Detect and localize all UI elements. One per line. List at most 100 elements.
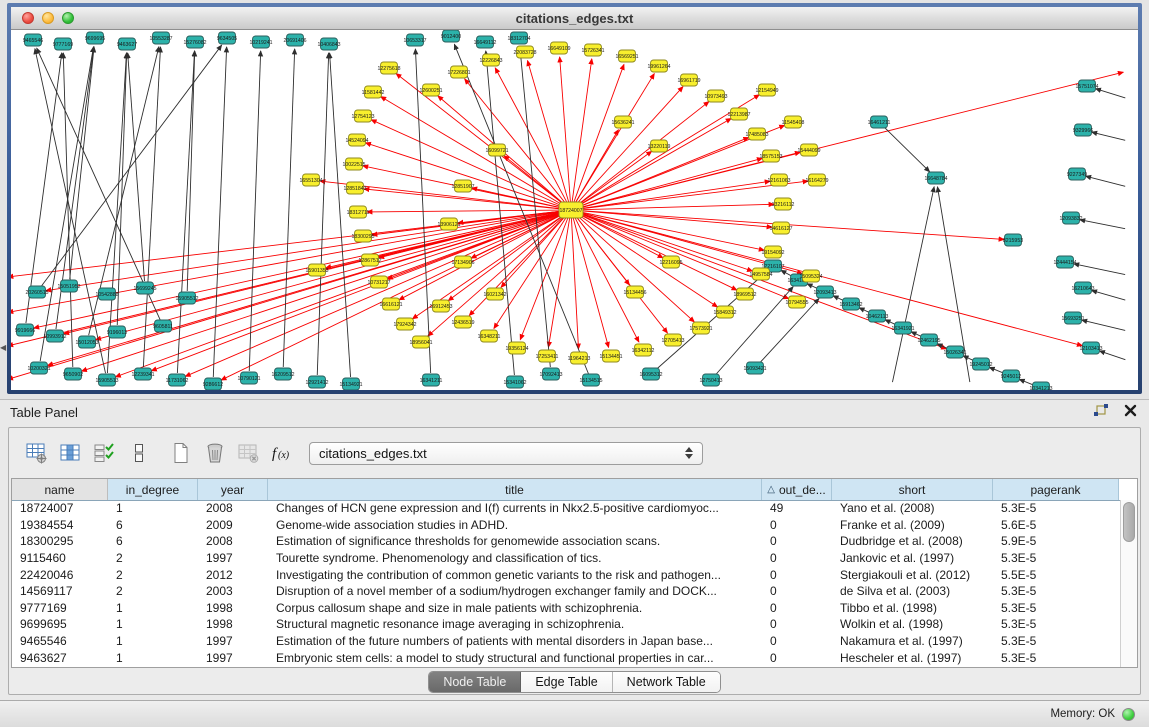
table-cell[interactable]: Estimation of the future numbers of pati… xyxy=(268,634,762,648)
graph-edge[interactable] xyxy=(560,57,571,203)
table-cell[interactable]: 0 xyxy=(762,568,832,582)
graph-edge[interactable] xyxy=(577,213,737,290)
graph-node[interactable]: 12750413 xyxy=(699,374,722,386)
graph-node[interactable]: 10993912 xyxy=(43,330,66,342)
graph-node[interactable]: 8215953 xyxy=(1003,234,1023,246)
graph-edge[interactable] xyxy=(1082,320,1125,330)
table-cell[interactable]: 9115460 xyxy=(12,551,108,565)
table-cell[interactable]: 0 xyxy=(762,651,832,665)
graph-node[interactable]: 9465546 xyxy=(23,34,43,46)
graph-node[interactable]: 12851907 xyxy=(451,180,474,192)
graph-edge[interactable] xyxy=(578,212,1083,346)
graph-edge[interactable] xyxy=(1080,220,1125,229)
graph-node[interactable]: 16095312 xyxy=(639,368,662,380)
table-cell[interactable]: 5.3E-5 xyxy=(993,651,1119,665)
table-cell[interactable]: Nakamura et al. (1997) xyxy=(832,634,993,648)
new-column-icon[interactable] xyxy=(167,438,195,468)
graph-node[interactable]: 18724007 xyxy=(559,202,583,218)
table-cell[interactable]: 14569117 xyxy=(12,584,108,598)
table-cell[interactable]: Dudbridge et al. (2008) xyxy=(832,534,993,548)
graph-node[interactable]: 12213987 xyxy=(727,108,750,120)
graph-edge[interactable] xyxy=(367,210,564,212)
graph-edge[interactable] xyxy=(486,51,515,375)
graph-node[interactable]: 9605811 xyxy=(153,320,173,332)
graph-node[interactable]: 15134451 xyxy=(599,350,622,362)
column-header-pagerank[interactable]: pagerank xyxy=(993,479,1119,500)
graph-node[interactable]: 20691406 xyxy=(283,34,306,46)
graph-node[interactable]: 16164279 xyxy=(805,174,828,186)
graph-edge[interactable] xyxy=(548,217,569,347)
table-row[interactable]: 1938455462009Genome-wide association stu… xyxy=(12,517,1121,534)
graph-node[interactable]: 11731062 xyxy=(166,374,189,386)
graph-node[interactable]: 15913462 xyxy=(839,298,862,310)
graph-node[interactable]: 11581442 xyxy=(362,86,385,98)
graph-node[interactable]: 17253411 xyxy=(536,350,559,362)
graph-edge[interactable] xyxy=(41,45,221,286)
graph-edge[interactable] xyxy=(11,211,564,312)
graph-node[interactable]: 9919666 xyxy=(15,324,35,336)
table-row[interactable]: 977716911998Corpus callosum shape and si… xyxy=(12,600,1121,617)
graph-node[interactable]: 17092413 xyxy=(539,368,562,380)
table-cell[interactable]: 5.3E-5 xyxy=(993,551,1119,565)
graph-node[interactable]: 9329966 xyxy=(1073,124,1093,136)
table-cell[interactable]: 5.3E-5 xyxy=(993,601,1119,615)
graph-node[interactable]: 9286612 xyxy=(203,378,223,390)
table-cell[interactable]: Structural magnetic resonance image aver… xyxy=(268,617,762,631)
graph-node[interactable]: 15095324 xyxy=(799,270,822,282)
column-header-title[interactable]: title xyxy=(268,479,762,500)
graph-edge[interactable] xyxy=(107,53,126,373)
table-cell[interactable]: 5.6E-5 xyxy=(993,518,1119,532)
graph-edge[interactable] xyxy=(577,102,709,206)
network-window-titlebar[interactable]: citations_edges.txt xyxy=(11,7,1138,30)
graph-edge[interactable] xyxy=(381,97,565,207)
graph-node[interactable]: 9227349 xyxy=(1067,168,1087,180)
graph-edge[interactable] xyxy=(221,213,565,380)
graph-edge[interactable] xyxy=(1086,176,1125,186)
function-builder-icon[interactable]: f(x) xyxy=(269,438,297,468)
graph-node[interactable]: 10790121 xyxy=(237,372,260,384)
table-cell[interactable]: 5.9E-5 xyxy=(993,534,1119,548)
column-header-year[interactable]: year xyxy=(198,479,268,500)
graph-node[interactable]: 10219241 xyxy=(249,36,272,48)
graph-node[interactable]: 12103413 xyxy=(1079,342,1102,354)
table-cell[interactable]: Changes of HCN gene expression and I(f) … xyxy=(268,501,762,515)
graph-node[interactable]: 15726341 xyxy=(581,44,604,56)
scrollbar-thumb[interactable] xyxy=(1123,502,1135,542)
graph-node[interactable]: 15905512 xyxy=(175,292,198,304)
graph-node[interactable]: 15444099 xyxy=(797,144,820,156)
graph-node[interactable]: 12275618 xyxy=(377,62,400,74)
close-window-icon[interactable] xyxy=(22,12,34,24)
table-cell[interactable]: Franke et al. (2009) xyxy=(832,518,993,532)
table-row[interactable]: 2242004622012Investigating the contribut… xyxy=(12,566,1121,583)
table-cell[interactable]: Tourette syndrome. Phenomenology and cla… xyxy=(268,551,762,565)
graph-node[interactable]: 18969512 xyxy=(733,288,756,300)
graph-node[interactable]: 10200321 xyxy=(27,362,50,374)
graph-node[interactable]: 16342112 xyxy=(632,344,655,356)
graph-node[interactable]: 18300295 xyxy=(351,230,374,242)
table-options-icon[interactable] xyxy=(23,438,51,468)
table-cell[interactable]: 1 xyxy=(108,651,198,665)
table-cell[interactable]: Investigating the contribution of common… xyxy=(268,568,762,582)
graph-node[interactable]: 14524094 xyxy=(345,134,368,146)
table-vertical-scrollbar[interactable] xyxy=(1120,500,1137,667)
graph-node[interactable]: 18956041 xyxy=(409,336,432,348)
graph-edge[interactable] xyxy=(1096,89,1126,98)
tab-edge-table[interactable]: Edge Table xyxy=(521,672,612,692)
table-cell[interactable]: 1998 xyxy=(198,617,268,631)
graph-node[interactable]: 12239341 xyxy=(131,368,154,380)
table-cell[interactable]: 0 xyxy=(762,534,832,548)
graph-node[interactable]: 11964213 xyxy=(568,352,591,364)
table-cell[interactable]: 0 xyxy=(762,551,832,565)
table-cell[interactable]: 9699695 xyxy=(12,617,108,631)
graph-node[interactable]: 19245012 xyxy=(969,358,992,370)
graph-edge[interactable] xyxy=(37,48,160,319)
graph-edge[interactable] xyxy=(495,68,567,204)
minimize-window-icon[interactable] xyxy=(42,12,54,24)
graph-edge[interactable] xyxy=(716,287,793,375)
graph-node[interactable]: 10731217 xyxy=(367,276,390,288)
graph-node[interactable]: 17226801 xyxy=(447,66,470,78)
table-cell[interactable]: 22420046 xyxy=(12,568,108,582)
graph-node[interactable]: 16341921 xyxy=(891,322,914,334)
zoom-window-icon[interactable] xyxy=(62,12,74,24)
graph-node[interactable]: 15341062 xyxy=(503,376,526,388)
